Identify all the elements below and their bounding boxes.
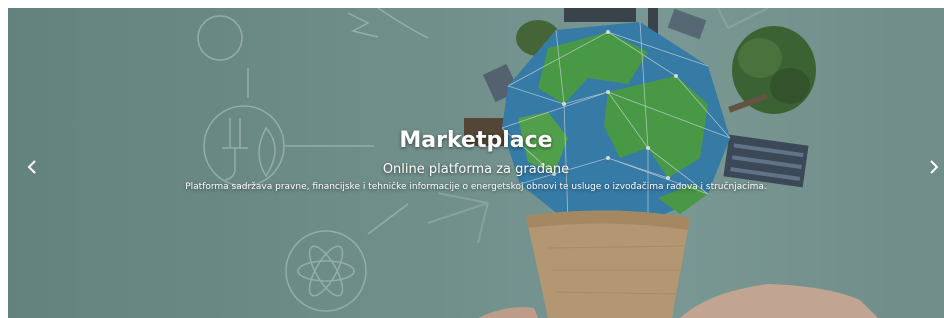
chevron-left-icon [27, 160, 36, 174]
slide-subtitle: Online platforma za građane [382, 162, 570, 177]
hero-carousel: Marketplace Online platforma za građane … [8, 8, 944, 318]
carousel-next-button[interactable] [924, 156, 944, 178]
chevron-right-icon [930, 160, 939, 174]
slide-description: Platforma sadržava pravne, financijske i… [185, 182, 767, 192]
carousel-prev-button[interactable] [22, 156, 42, 178]
slide-caption: Marketplace Online platforma za građane … [8, 126, 944, 193]
slide-title: Marketplace [399, 128, 553, 153]
